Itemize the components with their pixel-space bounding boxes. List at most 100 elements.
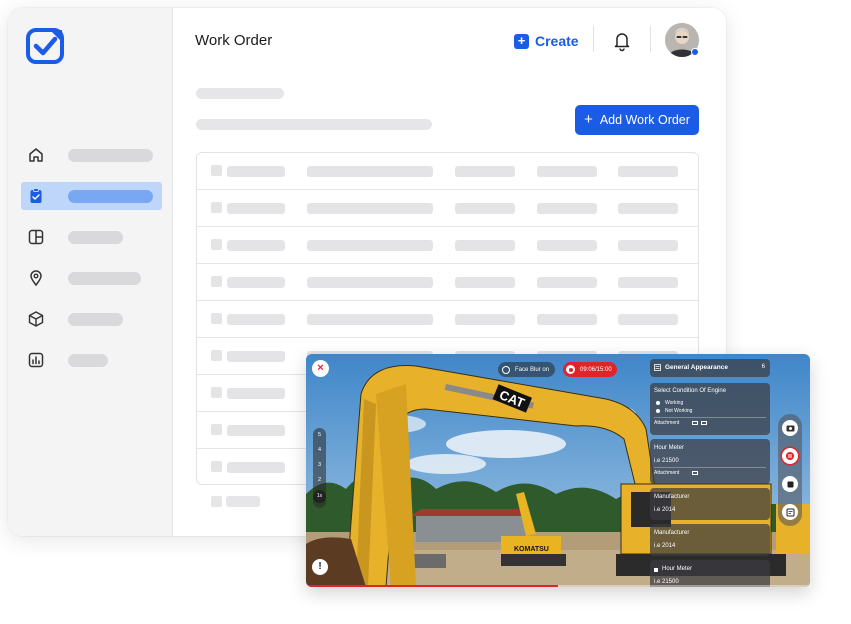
camera-icon[interactable] — [701, 421, 707, 425]
section-header[interactable]: General Appearance 6 — [650, 359, 770, 377]
table-cell-placeholder — [227, 425, 285, 436]
table-cell-placeholder — [537, 240, 597, 251]
table-cell-placeholder — [455, 240, 515, 251]
sidebar-item-layout[interactable] — [21, 223, 162, 251]
camera-switch-button[interactable] — [782, 420, 798, 436]
table-row[interactable] — [197, 227, 698, 264]
table-cell-placeholder — [227, 388, 285, 399]
question-card[interactable]: Hour Meter i.e 21500 — [650, 560, 770, 587]
table-cell-placeholder — [455, 277, 515, 288]
question-card[interactable]: Manufacturer i.e 2014 — [650, 488, 770, 520]
sidebar-item-home[interactable] — [21, 141, 162, 169]
attachment-label: Attachment — [654, 470, 680, 476]
table-cell-placeholder — [227, 240, 285, 251]
table-row[interactable] — [197, 264, 698, 301]
plus-icon: + — [514, 33, 529, 49]
question-title: Hour Meter — [662, 566, 693, 572]
bell-icon[interactable] — [612, 30, 632, 52]
notes-button[interactable] — [782, 504, 798, 520]
table-cell-placeholder — [455, 203, 515, 214]
option-working[interactable]: Working — [656, 400, 683, 406]
table-cell-placeholder — [307, 166, 433, 177]
sidebar-item-work-orders[interactable] — [21, 182, 162, 210]
image-icon[interactable] — [692, 421, 698, 425]
table-cell-placeholder — [618, 240, 678, 251]
table-cell-placeholder — [307, 240, 433, 251]
section-title: General Appearance — [665, 364, 728, 371]
zoom-level[interactable]: 3 — [313, 458, 326, 473]
stop-icon — [787, 481, 793, 487]
table-cell-placeholder — [227, 277, 285, 288]
divider — [654, 467, 766, 468]
row-checkbox[interactable] — [211, 350, 222, 361]
manufacturer-field[interactable]: i.e 2014 — [654, 543, 675, 549]
option-not-working[interactable]: Not Working — [656, 408, 692, 414]
zoom-level[interactable]: 5 — [313, 428, 326, 443]
table-cell-placeholder — [455, 166, 515, 177]
table-cell-placeholder — [307, 314, 433, 325]
video-progress-bar[interactable] — [306, 585, 810, 587]
row-checkbox[interactable] — [211, 461, 222, 472]
analytics-icon — [28, 352, 44, 368]
table-cell-placeholder — [227, 462, 285, 473]
zoom-level[interactable]: 2 — [313, 473, 326, 488]
close-icon[interactable]: × — [312, 360, 329, 377]
header-divider — [650, 26, 651, 52]
box-icon — [28, 311, 44, 327]
face-blur-toggle[interactable]: Face Blur on — [498, 362, 556, 377]
create-button-label: Create — [535, 33, 579, 49]
table-cell-placeholder — [537, 314, 597, 325]
table-cell-placeholder — [307, 277, 433, 288]
create-button[interactable]: + Create — [514, 31, 579, 51]
layout-icon — [28, 229, 44, 245]
pause-icon — [786, 452, 794, 460]
table-cell-placeholder — [618, 277, 678, 288]
radio-icon — [656, 401, 660, 405]
alert-button[interactable]: ! — [312, 559, 328, 575]
row-checkbox[interactable] — [211, 313, 222, 324]
checklist-logo-icon[interactable] — [26, 28, 64, 64]
image-icon[interactable] — [692, 471, 698, 475]
row-checkbox[interactable] — [211, 424, 222, 435]
row-checkbox[interactable] — [211, 165, 222, 176]
radio-icon — [656, 409, 660, 413]
attachment-label: Attachment — [654, 420, 680, 426]
pause-button[interactable] — [782, 448, 798, 464]
title-placeholder — [196, 88, 284, 99]
pagination-placeholder[interactable] — [211, 496, 222, 507]
clipboard-check-icon — [30, 188, 42, 203]
table-row[interactable] — [197, 190, 698, 227]
table-row[interactable] — [197, 301, 698, 338]
sidebar-item-assets[interactable] — [21, 305, 162, 333]
face-icon — [502, 365, 510, 374]
hour-meter-field[interactable]: i.e 21500 — [654, 458, 679, 464]
table-cell-placeholder — [455, 314, 515, 325]
question-card[interactable]: Manufacturer i.e 2014 — [650, 524, 770, 556]
recording-timer: 09:06/15:00 — [563, 362, 617, 377]
subtitle-placeholder — [196, 119, 432, 130]
row-checkbox[interactable] — [211, 276, 222, 287]
table-cell-placeholder — [537, 277, 597, 288]
question-card[interactable]: Select Condition Of Engine Working Not W… — [650, 383, 770, 435]
zoom-current[interactable]: 1x — [313, 490, 326, 503]
zoom-level[interactable]: 4 — [313, 443, 326, 458]
sidebar-item-analytics[interactable] — [21, 346, 162, 374]
manufacturer-field[interactable]: i.e 2014 — [654, 507, 675, 513]
stop-button[interactable] — [782, 476, 798, 492]
plus-icon: + — [584, 111, 593, 128]
table-cell-placeholder — [618, 314, 678, 325]
camera-icon — [786, 425, 794, 432]
add-work-order-button[interactable]: + Add Work Order — [575, 105, 699, 135]
page-title: Work Order — [195, 32, 273, 49]
header-divider — [593, 26, 594, 52]
table-cell-placeholder — [618, 203, 678, 214]
question-title: Select Condition Of Engine — [654, 388, 727, 394]
table-row[interactable] — [197, 153, 698, 190]
row-checkbox[interactable] — [211, 202, 222, 213]
table-cell-placeholder — [537, 166, 597, 177]
row-checkbox[interactable] — [211, 387, 222, 398]
question-card[interactable]: Hour Meter i.e 21500 Attachment — [650, 439, 770, 484]
sidebar-item-locations[interactable] — [21, 264, 162, 292]
list-icon — [654, 364, 661, 371]
row-checkbox[interactable] — [211, 239, 222, 250]
